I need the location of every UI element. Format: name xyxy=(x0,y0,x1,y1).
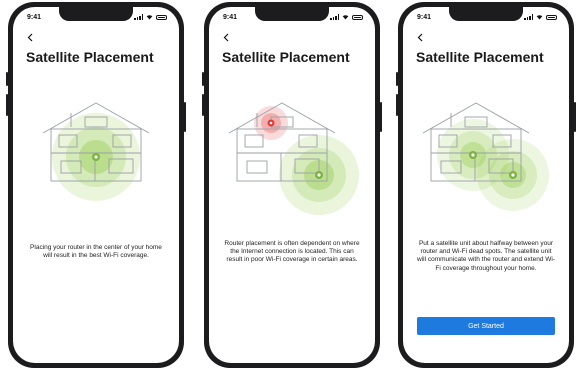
signal-icon xyxy=(524,14,533,20)
status-time: 9:41 xyxy=(27,14,42,21)
battery-icon xyxy=(546,14,557,20)
phone-side-button xyxy=(396,94,398,116)
back-button[interactable] xyxy=(223,33,229,45)
get-started-button[interactable]: Get Started xyxy=(417,317,555,335)
back-button[interactable] xyxy=(417,33,423,45)
status-icons xyxy=(134,14,167,20)
chevron-left-icon xyxy=(27,33,33,42)
chevron-left-icon xyxy=(223,33,229,42)
description-text: Router placement is often dependent on w… xyxy=(224,240,360,264)
router-icon xyxy=(92,153,100,161)
router-icon xyxy=(469,151,477,159)
phone-screen-2: 9:41 Satellite Placement Router placemen… xyxy=(202,2,382,368)
status-time: 9:41 xyxy=(223,14,238,21)
phone-side-button xyxy=(184,102,186,132)
signal-icon xyxy=(134,14,143,20)
dead-spot-icon xyxy=(267,119,275,127)
phone-side-button xyxy=(380,102,382,132)
phone-side-button xyxy=(202,94,204,116)
description-text: Placing your router in the center of you… xyxy=(30,244,162,260)
page-title: Satellite Placement xyxy=(26,49,154,65)
back-button[interactable] xyxy=(27,33,33,45)
status-icons xyxy=(524,14,557,20)
notch xyxy=(449,7,523,21)
signal-icon xyxy=(330,14,339,20)
coverage-rings xyxy=(437,119,549,211)
status-time: 9:41 xyxy=(417,14,432,21)
wifi-icon xyxy=(536,15,543,20)
battery-icon xyxy=(352,14,363,20)
phone-side-button xyxy=(396,72,398,86)
status-icons xyxy=(330,14,363,20)
house-coverage-illustration xyxy=(422,102,549,211)
house-coverage-illustration xyxy=(42,102,150,201)
phone-screen-1: 9:41 Satellite Placement Placing your ro… xyxy=(6,2,186,368)
chevron-left-icon xyxy=(417,33,423,42)
phone-screen: 9:41 Satellite Placement xyxy=(209,7,375,363)
phone-side-button xyxy=(6,94,8,116)
notch xyxy=(255,7,329,21)
satellite-icon xyxy=(509,171,517,179)
phone-screen-3: 9:41 Satellite Placement Put a satellite… xyxy=(396,2,576,368)
phone-side-button xyxy=(202,72,204,86)
battery-icon xyxy=(156,14,167,20)
house-coverage-illustration xyxy=(228,102,359,215)
wifi-icon xyxy=(342,15,349,20)
phone-side-button xyxy=(6,72,8,86)
page-title: Satellite Placement xyxy=(222,49,350,65)
description-text: Put a satellite unit about halfway betwe… xyxy=(417,240,556,272)
notch xyxy=(59,7,133,21)
router-icon xyxy=(315,171,323,179)
phone-screen: 9:41 Satellite Placement xyxy=(403,7,569,363)
wifi-icon xyxy=(146,15,153,20)
page-title: Satellite Placement xyxy=(416,49,544,65)
phone-screen: 9:41 Satellite Placement xyxy=(13,7,179,363)
